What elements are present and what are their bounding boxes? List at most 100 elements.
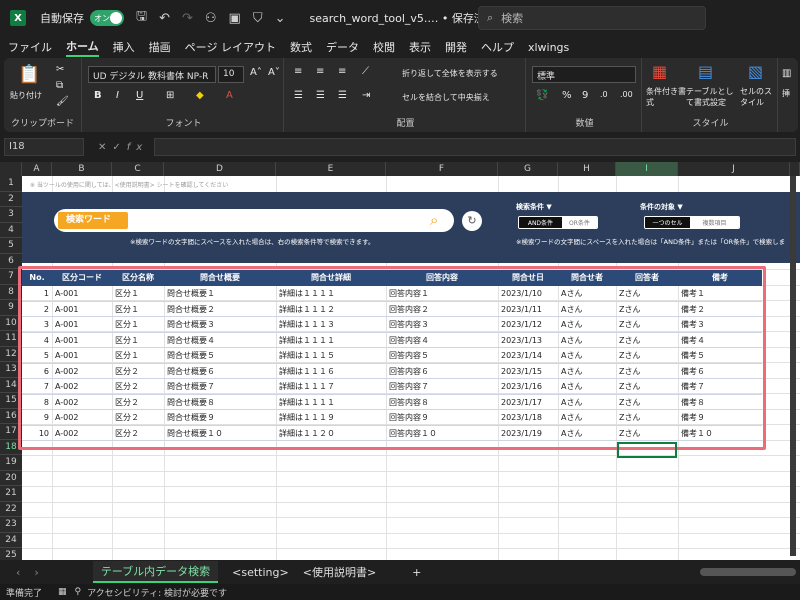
font-name-select[interactable]: UD デジタル 教科書体 NP-R xyxy=(88,66,216,83)
or-condition-option[interactable]: OR条件 xyxy=(561,217,597,228)
horizontal-scrollbar[interactable] xyxy=(700,568,796,576)
italic-button[interactable]: I xyxy=(116,90,119,101)
align-right-icon[interactable]: ☰ xyxy=(338,90,347,101)
col-header-a[interactable]: A xyxy=(22,162,52,176)
condition-toggle[interactable]: AND条件 OR条件 xyxy=(518,216,598,229)
menu-view[interactable]: 表示 xyxy=(409,39,431,55)
font-grow-icon[interactable]: A˄ xyxy=(250,67,262,78)
undo-icon[interactable]: ↶ xyxy=(159,11,170,26)
cell-styles-button[interactable]: セルのスタイル xyxy=(740,86,776,108)
menu-developer[interactable]: 開発 xyxy=(445,39,467,55)
col-header-b[interactable]: B xyxy=(52,162,112,176)
menu-insert[interactable]: 挿入 xyxy=(113,39,135,55)
reset-icon[interactable]: ↻ xyxy=(462,211,482,231)
col-header-h[interactable]: H xyxy=(558,162,616,176)
name-box[interactable]: I18 xyxy=(4,138,84,156)
row-header[interactable]: 23 xyxy=(0,517,22,533)
row-header[interactable]: 5 xyxy=(0,238,22,254)
underline-button[interactable]: U xyxy=(136,90,143,101)
folder-icon[interactable]: ▣ xyxy=(229,11,241,26)
comma-icon[interactable]: 9 xyxy=(582,90,588,101)
menu-draw[interactable]: 描画 xyxy=(149,39,171,55)
autosave-toggle[interactable]: オン xyxy=(90,10,124,26)
customize-icon[interactable]: ⌄ xyxy=(275,11,286,26)
align-center-icon[interactable]: ☰ xyxy=(316,90,325,101)
copy-icon[interactable]: ⧉ xyxy=(56,80,63,91)
fill-color-icon[interactable]: ◆ xyxy=(196,90,204,101)
accessibility-icon[interactable]: ⚲ xyxy=(75,587,82,597)
col-header-e[interactable]: E xyxy=(276,162,386,176)
paste-button[interactable]: 貼り付け xyxy=(10,90,42,101)
accessibility-status[interactable]: アクセシビリティ: 検討が必要です xyxy=(87,586,227,599)
add-sheet-button[interactable]: + xyxy=(412,566,421,579)
sheet-nav-arrows[interactable]: ‹› xyxy=(16,566,53,579)
border-icon[interactable]: ⊞ xyxy=(166,90,174,101)
menu-help[interactable]: ヘルプ xyxy=(481,39,514,55)
and-condition-option[interactable]: AND条件 xyxy=(519,217,562,228)
font-shrink-icon[interactable]: A˅ xyxy=(268,67,280,78)
cell-styles-icon[interactable]: ▧ xyxy=(748,62,763,81)
select-all-corner[interactable] xyxy=(0,162,22,176)
col-header-j[interactable]: J xyxy=(678,162,790,176)
row-header[interactable]: 24 xyxy=(0,532,22,548)
format-table-button[interactable]: テーブルとして書式設定 xyxy=(686,86,738,108)
col-header-i[interactable]: I xyxy=(616,162,678,176)
cancel-icon[interactable]: ✕ xyxy=(98,142,112,153)
row-header[interactable]: 2 xyxy=(0,191,22,207)
vertical-scrollbar[interactable] xyxy=(790,176,796,556)
worksheet-grid[interactable]: A B C D E F G H I J 1 2 3 4 5 6 7 8 9 10 11 12 13 14 1… xyxy=(0,162,800,560)
col-header-d[interactable]: D xyxy=(164,162,276,176)
insert-cells-button[interactable]: 挿 xyxy=(782,88,790,99)
format-painter-icon[interactable]: 🖌 xyxy=(56,96,69,107)
search-icon[interactable]: ⌕ xyxy=(430,211,438,229)
row-header[interactable]: 1 xyxy=(0,176,22,192)
tab-table-search[interactable]: テーブル内データ検索 xyxy=(92,561,219,583)
row-header[interactable]: 25 xyxy=(0,548,22,560)
decrease-decimal-icon[interactable]: .00 xyxy=(620,90,633,99)
wrap-text-button[interactable]: 折り返して全体を表示する xyxy=(402,68,498,79)
target-toggle[interactable]: 一つのセル 複数項目 xyxy=(644,216,740,229)
menu-review[interactable]: 校閲 xyxy=(373,39,395,55)
format-table-icon[interactable]: ▤ xyxy=(698,62,713,81)
active-cell-i18[interactable] xyxy=(617,442,677,458)
font-size-select[interactable]: 10 xyxy=(218,66,244,83)
single-cell-option[interactable]: 一つのセル xyxy=(645,217,691,228)
conditional-format-button[interactable]: 条件付き書式 xyxy=(646,86,686,108)
number-format-select[interactable]: 標準 xyxy=(532,66,636,83)
cut-icon[interactable]: ✂ xyxy=(56,64,64,75)
fx-icon[interactable]: fx xyxy=(127,142,148,153)
indent-icon[interactable]: ⇥ xyxy=(362,90,370,101)
menu-page-layout[interactable]: ページ レイアウト xyxy=(185,39,276,55)
align-bottom-icon[interactable]: ≡ xyxy=(338,66,346,77)
menu-home[interactable]: ホーム xyxy=(66,38,99,57)
search-box[interactable]: ⌕ 検索 xyxy=(478,6,706,30)
row-header[interactable]: 21 xyxy=(0,486,22,502)
percent-icon[interactable]: % xyxy=(562,90,572,101)
currency-icon[interactable]: 💱 xyxy=(536,90,548,101)
col-header-f[interactable]: F xyxy=(386,162,498,176)
tab-manual[interactable]: <使用説明書> xyxy=(303,564,376,580)
align-middle-icon[interactable]: ≡ xyxy=(316,66,324,77)
font-color-icon[interactable]: A xyxy=(226,90,233,101)
menu-xlwings[interactable]: xlwings xyxy=(528,41,569,54)
redo-icon[interactable]: ↷ xyxy=(182,11,193,26)
paste-icon[interactable]: 📋 xyxy=(18,64,40,85)
col-header-c[interactable]: C xyxy=(112,162,164,176)
menu-file[interactable]: ファイル xyxy=(8,39,52,55)
insert-cells-icon[interactable]: ▥ xyxy=(782,68,791,79)
enter-icon[interactable]: ✓ xyxy=(112,142,126,153)
orientation-icon[interactable]: ⟋ xyxy=(362,66,369,77)
row-header[interactable]: 19 xyxy=(0,455,22,471)
save-icon[interactable]: 🖫 xyxy=(136,7,147,29)
tab-setting[interactable]: <setting> xyxy=(232,566,289,579)
bold-button[interactable]: B xyxy=(94,90,102,101)
menu-data[interactable]: データ xyxy=(326,39,359,55)
conditional-format-icon[interactable]: ▦ xyxy=(652,62,667,81)
row-header[interactable]: 4 xyxy=(0,222,22,238)
align-top-icon[interactable]: ≡ xyxy=(294,66,302,77)
row-header[interactable]: 3 xyxy=(0,207,22,223)
align-left-icon[interactable]: ☰ xyxy=(294,90,303,101)
formula-input[interactable] xyxy=(154,138,796,156)
row-header[interactable]: 20 xyxy=(0,470,22,486)
macro-icon[interactable]: ▦ xyxy=(58,587,67,597)
